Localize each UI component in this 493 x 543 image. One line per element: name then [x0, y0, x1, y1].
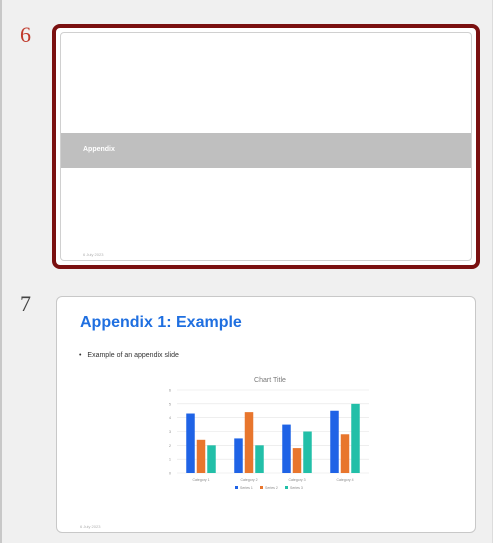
legend-label: Series 3 — [290, 486, 303, 490]
chart-title: Chart Title — [254, 377, 286, 384]
y-tick-label: 1 — [169, 458, 171, 462]
legend-swatch — [235, 486, 238, 489]
y-tick-label: 6 — [169, 389, 171, 393]
bar — [255, 445, 264, 473]
chart-x-ticks: Category 1 Category 2 Category 3 Category 4 — [192, 478, 353, 482]
y-tick-label: 5 — [169, 402, 171, 406]
panel-left-border — [0, 0, 2, 543]
bar — [303, 431, 312, 473]
legend-label: Series 1 — [240, 486, 253, 490]
section-title: Appendix — [83, 146, 115, 153]
bar — [292, 448, 302, 473]
slide-date: 6 July 2023 — [80, 524, 101, 529]
chart-y-ticks: 0 1 2 3 4 5 6 — [169, 389, 171, 476]
legend-swatch — [285, 486, 288, 489]
bar — [207, 445, 216, 473]
chart-grid — [177, 389, 369, 474]
legend-swatch — [260, 486, 263, 489]
section-header-band: Appendix — [61, 133, 471, 168]
x-tick-label: Category 2 — [240, 478, 257, 482]
chart-legend: Series 1 Series 2 Series 3 — [235, 486, 303, 490]
x-tick-label: Category 4 — [336, 478, 353, 482]
bar — [186, 413, 195, 473]
bar-chart: Chart Title 0 1 2 3 4 5 6 Category 1 Category 2… — [169, 377, 369, 490]
bar — [244, 412, 254, 473]
y-tick-label: 2 — [169, 444, 171, 448]
slide-6-canvas: Appendix 6 July 2023 — [60, 32, 472, 261]
chart-bars — [186, 403, 360, 473]
y-tick-label: 0 — [169, 472, 171, 476]
slide-date: 6 July 2023 — [83, 252, 104, 257]
bar — [351, 403, 360, 473]
slide-thumbnail-7[interactable]: Appendix 1: Example • Example of an appe… — [56, 296, 476, 533]
slide-thumbnail-6[interactable]: Appendix 6 July 2023 — [52, 24, 480, 269]
x-tick-label: Category 1 — [192, 478, 209, 482]
legend-label: Series 2 — [265, 486, 278, 490]
bar — [340, 434, 350, 473]
x-tick-label: Category 3 — [288, 478, 305, 482]
slide-number-7: 7 — [20, 291, 31, 316]
bar — [196, 439, 206, 473]
bar — [282, 424, 291, 473]
bar — [234, 438, 243, 473]
slide-number-6: 6 — [20, 22, 31, 47]
bar — [330, 410, 339, 473]
y-tick-label: 4 — [169, 416, 171, 420]
y-tick-label: 3 — [169, 430, 171, 434]
